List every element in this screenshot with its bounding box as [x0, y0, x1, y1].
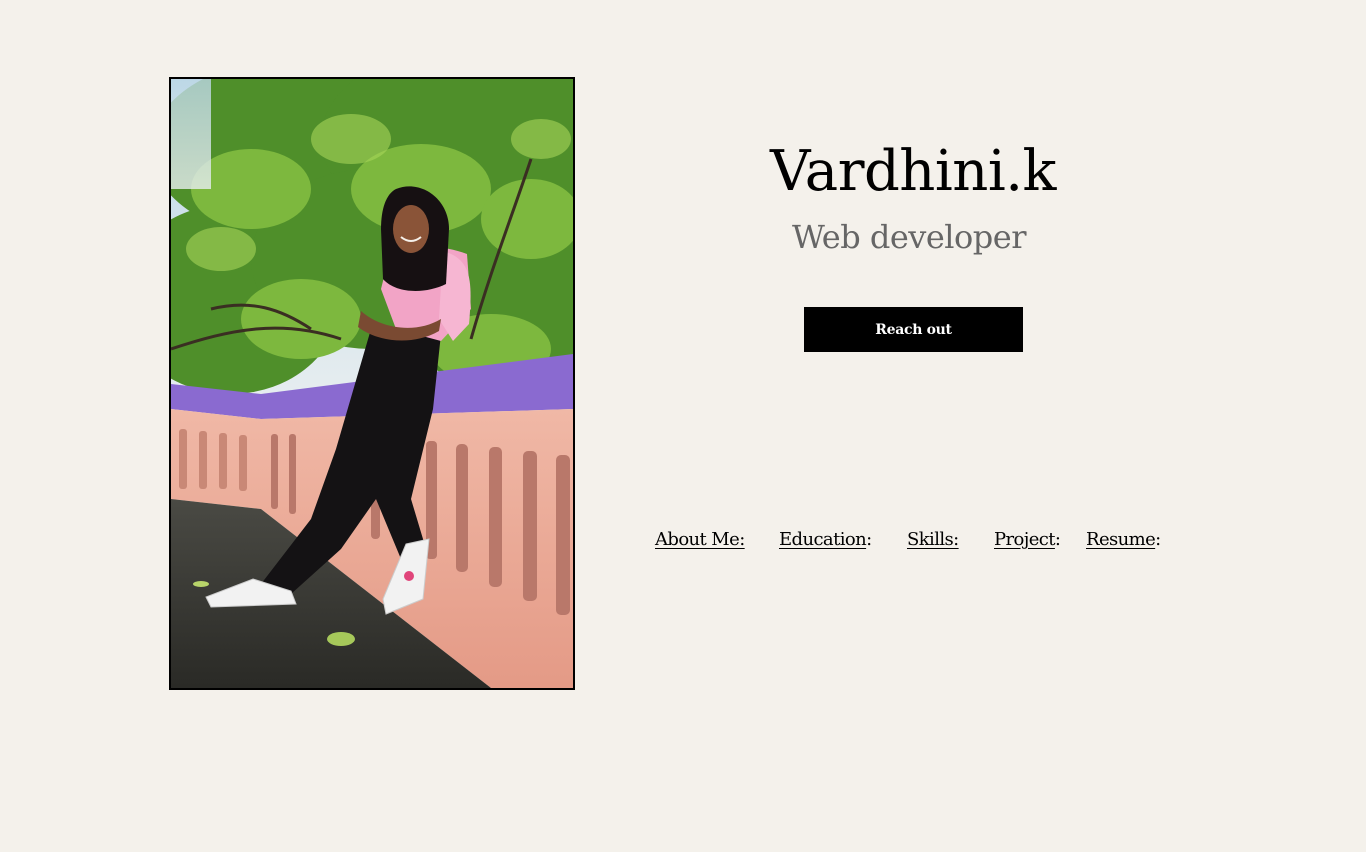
nav-colon: :	[1054, 529, 1061, 550]
nav-colon: :	[1155, 529, 1161, 550]
nav-item-education: Education:	[779, 527, 872, 553]
nav-item-about: About Me:	[655, 527, 745, 553]
section-nav: About Me: Education: Skills: Project: Re…	[0, 527, 1366, 555]
reach-out-button[interactable]: Reach out	[804, 307, 1023, 352]
nav-colon: :	[866, 529, 872, 550]
nav-item-resume: Resume:	[1086, 527, 1161, 553]
profile-role: Web developer	[791, 218, 1027, 256]
nav-item-skills: Skills:	[907, 527, 959, 553]
nav-link-skills[interactable]: Skills:	[907, 529, 959, 550]
nav-item-project: Project:	[994, 527, 1061, 553]
nav-link-about[interactable]: About Me:	[655, 529, 745, 550]
nav-link-resume[interactable]: Resume	[1086, 529, 1156, 550]
nav-link-project[interactable]: Project	[994, 529, 1056, 550]
nav-link-education[interactable]: Education	[779, 529, 867, 550]
profile-name: Vardhini.k	[770, 139, 1057, 204]
